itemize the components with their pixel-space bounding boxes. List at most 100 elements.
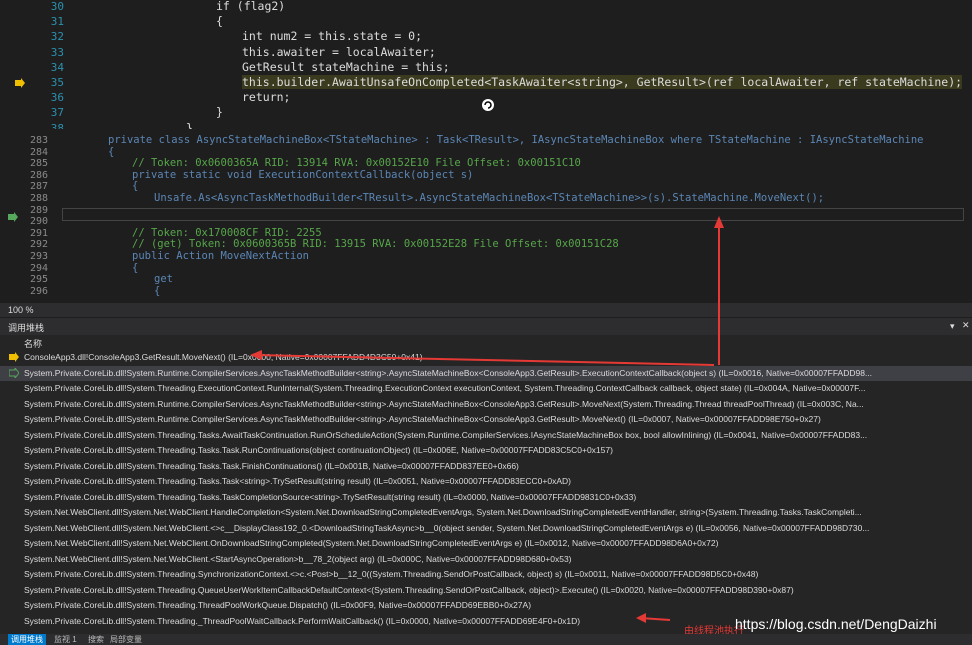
- call-stack-frame-text: System.Private.CoreLib.dll!System.Runtim…: [24, 414, 821, 424]
- code-line: }: [216, 105, 223, 120]
- call-stack-row[interactable]: System.Private.CoreLib.dll!System.Thread…: [0, 428, 972, 443]
- line-number: 34: [50, 60, 64, 74]
- code-line: {: [132, 261, 139, 274]
- line-number: 284: [29, 146, 48, 158]
- code-line: public Action MoveNextAction: [132, 250, 310, 262]
- code-line: {: [108, 145, 115, 158]
- current-frame-icon: [9, 352, 19, 364]
- call-stack-frame-text: ConsoleApp3.dll!ConsoleApp3.GetResult.Mo…: [24, 352, 423, 362]
- call-stack-frame-text: System.Net.WebClient.dll!System.Net.WebC…: [24, 538, 719, 548]
- code-line: this.awaiter = localAwaiter;: [242, 44, 436, 59]
- line-number: 31: [50, 15, 64, 29]
- code-line: GetResult stateMachine = this;: [242, 59, 450, 74]
- top-code-editor[interactable]: 30 if (flag2) 31 {32 int num2 = this.state =…: [0, 0, 972, 135]
- name-column-header[interactable]: 名称: [24, 337, 42, 350]
- line-number: 37: [50, 106, 64, 120]
- line-number: 293: [29, 251, 48, 262]
- line-number: 290: [29, 216, 48, 228]
- call-stack-row[interactable]: System.Net.WebClient.dll!System.Net.WebC…: [0, 521, 972, 536]
- code-line: {: [132, 180, 139, 193]
- call-stack-frame-text: System.Net.WebClient.dll!System.Net.WebC…: [24, 507, 862, 517]
- zoom-level[interactable]: 100 %: [8, 305, 34, 315]
- call-stack-title: 调用堆栈: [8, 323, 45, 333]
- call-stack-row[interactable]: System.Private.CoreLib.dll!System.Runtim…: [0, 412, 972, 427]
- tab-watch-1[interactable]: 监视 1: [54, 634, 77, 645]
- call-stack-frame-text: System.Net.WebClient.dll!System.Net.WebC…: [24, 522, 870, 533]
- code-line: // Token: 0x170008CF RID: 2255: [132, 226, 322, 239]
- call-stack-frame-text: System.Private.CoreLib.dll!System.Thread…: [24, 491, 637, 502]
- pin-icon[interactable]: ▾: [950, 321, 955, 332]
- line-number: 30: [50, 0, 64, 13]
- tab-locals[interactable]: 局部变量: [110, 634, 142, 645]
- line-number: 283: [29, 135, 48, 146]
- call-stack-frame-text: System.Private.CoreLib.dll!System.Thread…: [24, 429, 868, 440]
- tab-call-stack[interactable]: 调用堆栈: [8, 634, 46, 645]
- call-stack-row[interactable]: System.Private.CoreLib.dll!System.Thread…: [0, 598, 972, 613]
- call-stack-frame-text: System.Private.CoreLib.dll!System.Thread…: [24, 569, 759, 579]
- bottom-tab-bar: 调用堆栈 监视 1 搜索 局部变量: [0, 634, 972, 645]
- call-stack-frame-text: System.Private.CoreLib.dll!System.Thread…: [24, 615, 581, 626]
- line-number: 295: [29, 274, 48, 286]
- line-number: 288: [29, 193, 48, 204]
- code-line: // (get) Token: 0x0600365B RID: 13915 RV…: [132, 238, 619, 251]
- refresh-icon[interactable]: [481, 97, 495, 111]
- close-icon[interactable]: ✕: [962, 320, 970, 331]
- active-thread-icon: [8, 366, 20, 380]
- top-gutter: [0, 0, 28, 127]
- call-stack-frame-text: System.Private.CoreLib.dll!System.Thread…: [24, 600, 532, 610]
- line-number: 289: [29, 204, 48, 216]
- caret-line-highlight: [62, 208, 964, 221]
- call-stack-row[interactable]: ConsoleApp3.dll!ConsoleApp3.GetResult.Mo…: [0, 350, 972, 365]
- call-stack-frame-text: System.Private.CoreLib.dll!System.Thread…: [24, 476, 571, 486]
- call-stack-frame-text: System.Private.CoreLib.dll!System.Thread…: [24, 383, 866, 393]
- call-stack-row[interactable]: System.Private.CoreLib.dll!System.Thread…: [0, 583, 972, 598]
- code-line: private static void ExecutionContextCall…: [132, 168, 474, 181]
- call-stack-row[interactable]: System.Net.WebClient.dll!System.Net.WebC…: [0, 552, 972, 567]
- call-stack-frame-text: System.Private.CoreLib.dll!System.Runtim…: [24, 367, 873, 378]
- call-stack-frame-text: System.Net.WebClient.dll!System.Net.WebC…: [24, 553, 572, 564]
- code-line: Unsafe.As<AsyncTaskMethodBuilder<TResult…: [154, 192, 825, 204]
- line-number: 291: [29, 227, 48, 239]
- line-number: 287: [29, 181, 48, 193]
- line-number: 36: [50, 91, 64, 105]
- call-stack-columns: 名称: [0, 335, 972, 351]
- code-line: this.builder.AwaitUnsafeOnCompleted<Task…: [242, 75, 963, 89]
- code-line: if (flag2): [216, 0, 286, 13]
- line-number: 32: [50, 30, 64, 44]
- call-stack-frame-text: System.Private.CoreLib.dll!System.Runtim…: [24, 398, 864, 409]
- line-number: 292: [29, 239, 48, 251]
- line-number: 33: [50, 45, 64, 59]
- call-stack-row[interactable]: System.Private.CoreLib.dll!System.Thread…: [0, 474, 972, 489]
- call-stack-list[interactable]: ConsoleApp3.dll!ConsoleApp3.GetResult.Mo…: [0, 350, 972, 634]
- zoom-bar: 100 %: [0, 303, 972, 317]
- thread-marker-icon: [8, 207, 18, 222]
- current-statement-icon: [15, 73, 25, 88]
- call-stack-panel-header: 调用堆栈 ▾ ✕: [0, 318, 972, 335]
- tab-search[interactable]: 搜索: [88, 634, 104, 645]
- call-stack-row[interactable]: System.Private.CoreLib.dll!System.Thread…: [0, 381, 972, 396]
- call-stack-row[interactable]: System.Private.CoreLib.dll!System.Thread…: [0, 490, 972, 505]
- code-line: // Token: 0x0600365A RID: 13914 RVA: 0x0…: [132, 157, 581, 170]
- call-stack-frame-text: System.Private.CoreLib.dll!System.Thread…: [24, 445, 613, 455]
- code-line: int num2 = this.state = 0;: [242, 29, 423, 44]
- call-stack-row[interactable]: System.Net.WebClient.dll!System.Net.WebC…: [0, 505, 972, 520]
- decompiled-code-editor[interactable]: 283 private class AsyncStateMachineBox<TS…: [0, 129, 972, 303]
- call-stack-row[interactable]: System.Private.CoreLib.dll!System.Thread…: [0, 567, 972, 582]
- call-stack-row[interactable]: System.Private.CoreLib.dll!System.Thread…: [0, 443, 972, 458]
- line-number: 296: [29, 285, 48, 297]
- line-number: 285: [29, 158, 48, 170]
- code-line: return;: [242, 90, 291, 105]
- line-number: 286: [29, 169, 48, 181]
- call-stack-row[interactable]: System.Net.WebClient.dll!System.Net.WebC…: [0, 536, 972, 551]
- watermark-text: https://blog.csdn.net/DengDaizhi: [735, 616, 937, 632]
- code-line: get: [154, 273, 173, 286]
- call-stack-row[interactable]: System.Private.CoreLib.dll!System.Thread…: [0, 459, 972, 474]
- code-line: private class AsyncStateMachineBox<TStat…: [108, 134, 924, 146]
- line-number: 294: [29, 262, 48, 274]
- call-stack-row[interactable]: System.Private.CoreLib.dll!System.Runtim…: [0, 365, 972, 381]
- call-stack-row[interactable]: System.Private.CoreLib.dll!System.Runtim…: [0, 397, 972, 412]
- code-line: {: [154, 284, 161, 297]
- code-line: {: [216, 14, 223, 29]
- call-stack-frame-text: System.Private.CoreLib.dll!System.Thread…: [24, 460, 519, 471]
- line-number: 35: [50, 76, 64, 89]
